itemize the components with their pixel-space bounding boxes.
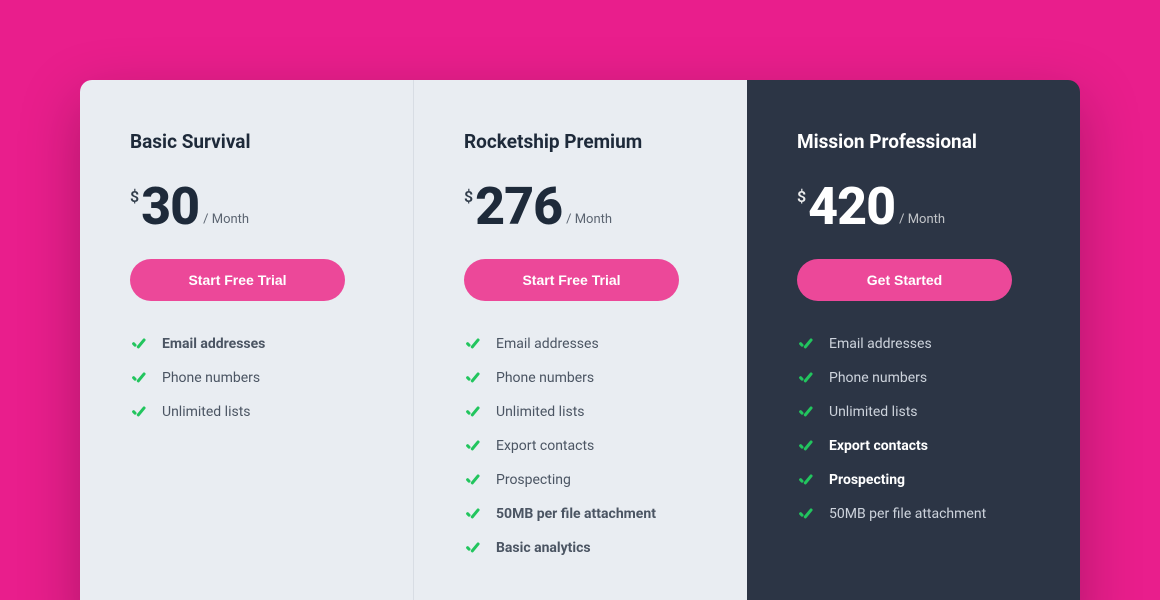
feature-item: Phone numbers (797, 369, 1030, 387)
currency-symbol: $ (464, 187, 473, 206)
feature-text: Export contacts (496, 438, 594, 454)
check-icon (797, 335, 815, 353)
feature-item: Unlimited lists (130, 403, 363, 421)
feature-item: Export contacts (797, 437, 1030, 455)
feature-item: Prospecting (464, 471, 697, 489)
price-line: $ 420 / Month (797, 181, 1030, 233)
feature-item: Unlimited lists (797, 403, 1030, 421)
start-free-trial-button[interactable]: Start Free Trial (130, 259, 345, 301)
feature-list: Email addresses Phone numbers Unlimited … (464, 335, 697, 557)
feature-text: Phone numbers (496, 370, 594, 386)
feature-text: Phone numbers (162, 370, 260, 386)
price-amount: 276 (475, 181, 562, 233)
feature-item: Email addresses (130, 335, 363, 353)
check-icon (464, 471, 482, 489)
price-amount: 30 (141, 181, 199, 233)
start-free-trial-button[interactable]: Start Free Trial (464, 259, 679, 301)
feature-text: Unlimited lists (829, 404, 918, 420)
check-icon (130, 335, 148, 353)
price-line: $ 30 / Month (130, 181, 363, 233)
feature-item: Unlimited lists (464, 403, 697, 421)
feature-text: Email addresses (496, 336, 599, 352)
feature-text: Phone numbers (829, 370, 927, 386)
check-icon (464, 505, 482, 523)
price-amount: 420 (808, 181, 895, 233)
plan-mission-professional: Mission Professional $ 420 / Month Get S… (747, 80, 1080, 600)
plan-name: Basic Survival (130, 130, 363, 153)
get-started-button[interactable]: Get Started (797, 259, 1012, 301)
check-icon (464, 335, 482, 353)
feature-item: 50MB per file attachment (797, 505, 1030, 523)
check-icon (464, 437, 482, 455)
check-icon (797, 403, 815, 421)
check-icon (797, 369, 815, 387)
price-period: / Month (899, 212, 945, 227)
feature-text: Email addresses (162, 336, 265, 352)
feature-item: Phone numbers (130, 369, 363, 387)
currency-symbol: $ (130, 187, 139, 206)
plan-name: Mission Professional (797, 130, 1030, 153)
check-icon (797, 471, 815, 489)
feature-text: 50MB per file attachment (829, 506, 986, 522)
feature-item: 50MB per file attachment (464, 505, 697, 523)
plan-rocketship-premium: Rocketship Premium $ 276 / Month Start F… (413, 80, 747, 600)
feature-text: Prospecting (496, 472, 571, 488)
feature-list: Email addresses Phone numbers Unlimited … (797, 335, 1030, 523)
feature-text: 50MB per file attachment (496, 506, 656, 522)
check-icon (464, 539, 482, 557)
feature-text: Unlimited lists (162, 404, 251, 420)
feature-item: Basic analytics (464, 539, 697, 557)
check-icon (464, 403, 482, 421)
price-period: / Month (203, 212, 249, 227)
check-icon (130, 403, 148, 421)
pricing-row: Basic Survival $ 30 / Month Start Free T… (80, 80, 1080, 600)
feature-text: Export contacts (829, 438, 928, 454)
check-icon (797, 437, 815, 455)
price-period: / Month (566, 212, 612, 227)
feature-item: Export contacts (464, 437, 697, 455)
feature-item: Email addresses (464, 335, 697, 353)
feature-text: Basic analytics (496, 540, 591, 556)
feature-text: Prospecting (829, 472, 905, 488)
plan-name: Rocketship Premium (464, 130, 697, 153)
feature-text: Email addresses (829, 336, 932, 352)
feature-list: Email addresses Phone numbers Unlimited … (130, 335, 363, 421)
plan-basic-survival: Basic Survival $ 30 / Month Start Free T… (80, 80, 413, 600)
feature-item: Email addresses (797, 335, 1030, 353)
feature-item: Prospecting (797, 471, 1030, 489)
feature-item: Phone numbers (464, 369, 697, 387)
currency-symbol: $ (797, 187, 806, 206)
check-icon (130, 369, 148, 387)
check-icon (797, 505, 815, 523)
check-icon (464, 369, 482, 387)
feature-text: Unlimited lists (496, 404, 585, 420)
price-line: $ 276 / Month (464, 181, 697, 233)
